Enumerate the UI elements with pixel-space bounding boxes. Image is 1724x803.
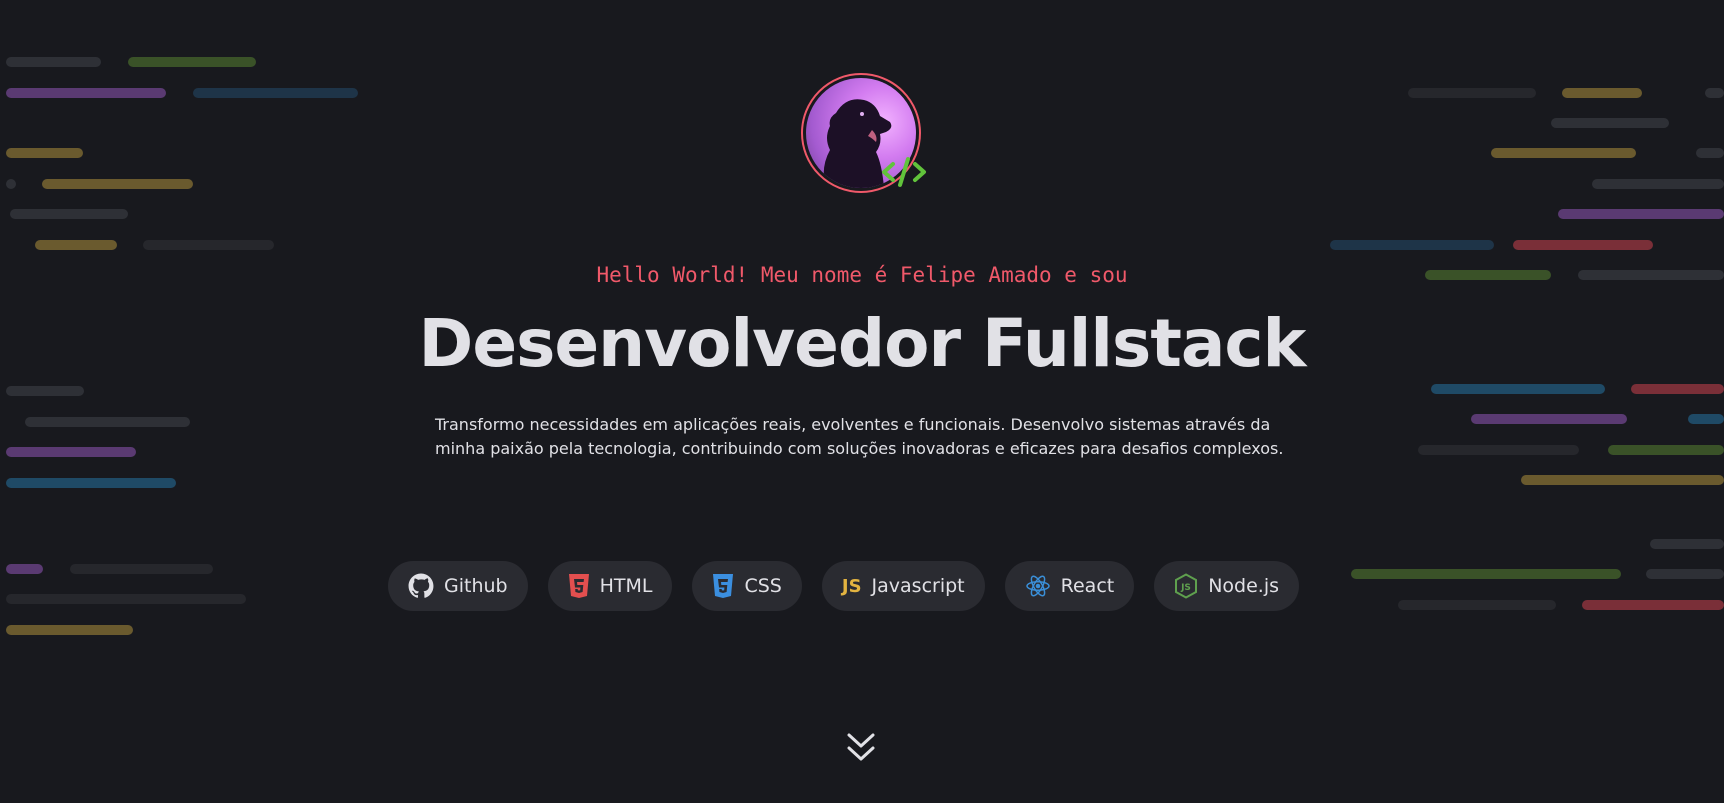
tech-label: Github (444, 575, 508, 597)
svg-text:JS: JS (1180, 583, 1191, 593)
hero-section: Hello World! Meu nome é Felipe Amado e s… (0, 0, 1724, 803)
css3-icon (712, 573, 734, 599)
double-chevron-down-icon[interactable] (843, 731, 879, 767)
hero-description: Transformo necessidades em aplicações re… (435, 413, 1295, 461)
github-icon (408, 573, 434, 599)
profile-avatar (801, 73, 926, 193)
tech-label: Node.js (1208, 575, 1280, 597)
description-line: minha paixão pela tecnologia, contribuin… (435, 439, 1284, 458)
js-icon: JS (841, 575, 862, 597)
nodejs-icon: JS (1174, 573, 1198, 599)
tech-label: HTML (599, 575, 653, 597)
page-title: Desenvolvedor Fullstack (418, 305, 1307, 382)
tech-badge-css[interactable]: CSS (692, 561, 802, 611)
code-brackets-icon (881, 155, 927, 189)
tech-label: React (1060, 575, 1115, 597)
tech-badge-github[interactable]: Github (388, 561, 528, 611)
greeting-text: Hello World! Meu nome é Felipe Amado e s… (596, 263, 1128, 287)
tech-badge-html[interactable]: HTML (547, 561, 673, 611)
tech-badges: Github HTML CSS JS Javascript React JS N… (388, 561, 1300, 611)
description-line: Transformo necessidades em aplicações re… (435, 415, 1271, 434)
tech-label: CSS (744, 575, 782, 597)
tech-badge-react[interactable]: React (1004, 561, 1135, 611)
tech-badge-nodejs[interactable]: JS Node.js (1154, 561, 1300, 611)
tech-badge-javascript[interactable]: JS Javascript (821, 561, 985, 611)
tech-label: Javascript (871, 575, 965, 597)
html5-icon (568, 573, 590, 599)
react-icon (1025, 573, 1051, 599)
